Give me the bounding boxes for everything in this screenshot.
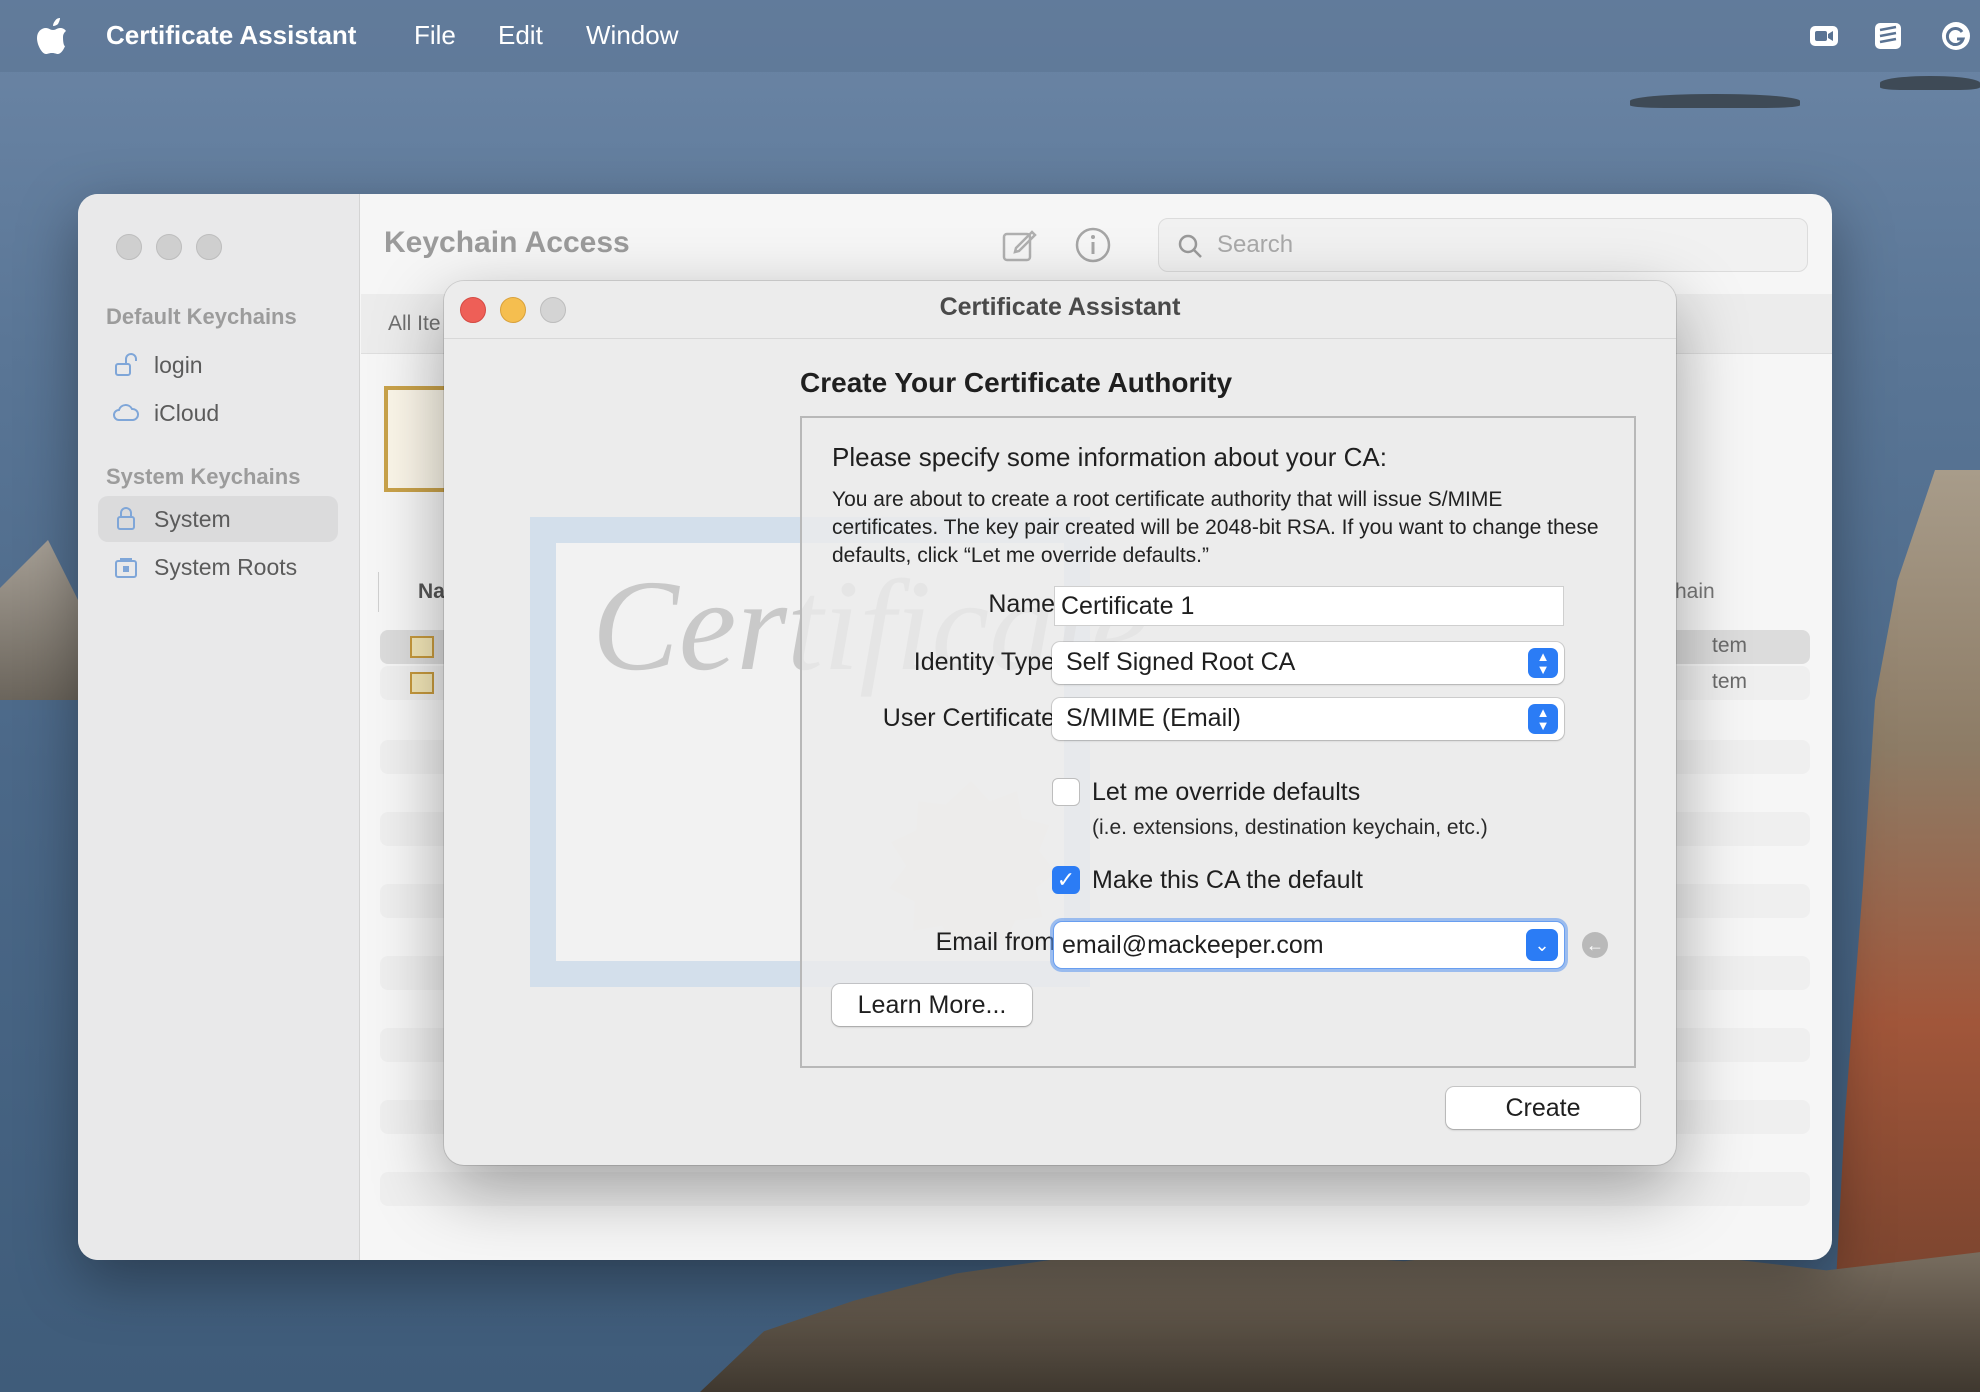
lock-cabinet-icon [115,558,137,578]
identity-type-label: Identity Type: [913,648,1062,676]
unlocked-icon [115,353,137,376]
chevron-down-icon[interactable]: ⌄ [1526,929,1558,961]
dialog-heading: Create Your Certificate Authority [800,367,1233,398]
stack-icon[interactable] [1872,20,1904,52]
user-certificate-label: User Certificate: [882,704,1062,732]
create-button[interactable]: Create [1446,1087,1640,1129]
make-default-checkbox[interactable]: ✓ [1052,866,1080,894]
override-defaults-sublabel: (i.e. extensions, destination keychain, … [1092,816,1488,839]
certificate-assistant-dialog: Certificate Certificate Assistant Create… [444,281,1676,1165]
menu-edit[interactable]: Edit [498,20,543,51]
sidebar-item-icloud[interactable]: iCloud [98,390,338,436]
coastal-cliff [1830,470,1980,1392]
email-from-label: Email from: [935,928,1062,956]
certificate-icon [410,672,434,694]
checkmark-icon: ✓ [1056,867,1076,892]
identity-type-value: Self Signed Root CA [1066,648,1296,676]
keychain-sidebar: Default Keychains login iCloud System Ke… [78,194,360,1260]
sidebar-item-system-roots[interactable]: System Roots [98,544,338,590]
apple-icon[interactable] [36,16,70,56]
sidebar-item-login[interactable]: login [98,342,338,388]
sidebar-item-label: System [154,505,231,532]
override-defaults-label: Let me override defaults [1092,778,1361,806]
menu-window[interactable]: Window [586,20,678,51]
sidebar-heading-default: Default Keychains [106,304,297,329]
override-defaults-checkbox[interactable] [1052,778,1080,806]
window-minimize-button[interactable] [156,234,182,260]
sidebar-item-label: login [154,351,203,378]
menu-file[interactable]: File [414,20,456,51]
window-close-button[interactable] [116,234,142,260]
identity-type-popup[interactable]: Self Signed Root CA ▲ ▼ [1052,642,1564,684]
name-label: Name: [988,590,1062,618]
sidebar-heading-system: System Keychains [106,464,301,489]
facetime-icon[interactable] [1808,20,1840,52]
search-icon [1178,234,1202,258]
arrow-left-icon[interactable]: ← [1582,932,1608,958]
menu-bar: Certificate Assistant File Edit Window [0,0,1980,72]
certificate-icon [410,636,434,658]
ca-info-panel: Please specify some information about yo… [800,416,1636,1068]
coastal-rock [0,540,80,700]
panel-intro: Please specify some information about yo… [832,442,1387,472]
updown-chevron-icon: ▲ ▼ [1528,648,1558,678]
search-field[interactable] [1158,218,1808,272]
dialog-title: Certificate Assistant [939,293,1181,321]
window-zoom-button[interactable] [196,234,222,260]
compose-icon[interactable] [1000,226,1038,264]
sidebar-item-label: iCloud [154,399,220,426]
distant-islet [1880,76,1980,90]
email-from-input[interactable] [1062,928,1502,962]
column-divider [378,572,379,612]
panel-description: You are about to create a root certifica… [832,488,1599,567]
make-default-label: Make this CA the default [1092,866,1363,894]
dialog-title-bar: Certificate Assistant [444,281,1676,339]
cloud-icon [113,404,139,421]
sidebar-item-label: System Roots [154,553,298,580]
row-keychain: tem [1712,670,1748,693]
coastal-rocks [700,1246,1980,1392]
email-from-combobox[interactable]: ⌄ [1054,922,1564,968]
column-header-name[interactable]: Na [418,580,445,604]
distant-islet [1630,94,1800,108]
lock-icon [117,507,135,530]
row-keychain: tem [1712,634,1748,657]
user-certificate-popup[interactable]: S/MIME (Email) ▲ ▼ [1052,698,1564,740]
learn-more-button[interactable]: Learn More... [832,984,1032,1026]
sidebar-item-system[interactable]: System [98,496,338,542]
menu-app-name[interactable]: Certificate Assistant [106,20,356,51]
info-icon[interactable] [1074,226,1112,264]
name-field[interactable]: Certificate 1 [1054,586,1564,626]
search-input[interactable] [1217,229,1777,261]
grammarly-icon[interactable] [1940,20,1972,52]
tab-all-items[interactable]: All Ite [388,312,441,336]
empty-row [380,1172,1810,1206]
user-certificate-value: S/MIME (Email) [1066,704,1241,732]
window-title: Keychain Access [384,226,630,259]
updown-chevron-icon: ▲ ▼ [1528,704,1558,734]
